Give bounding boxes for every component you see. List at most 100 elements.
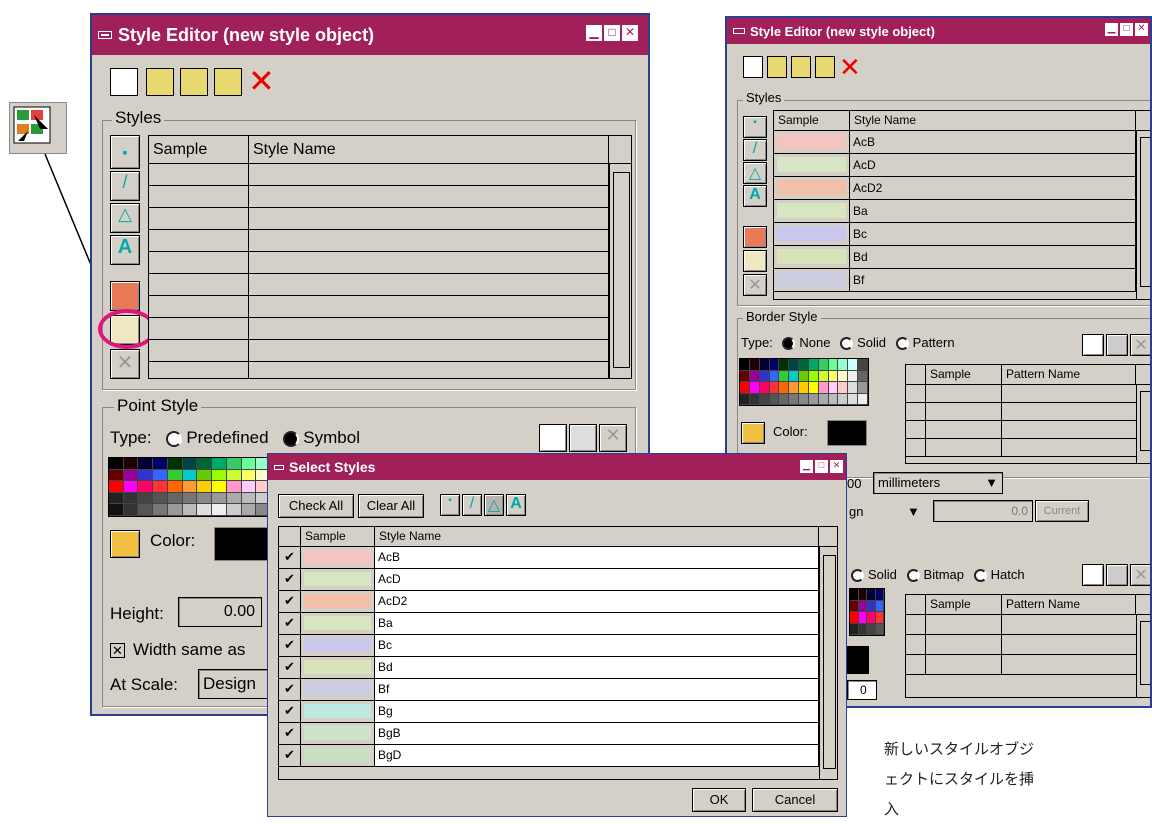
- radio-symbol[interactable]: [283, 430, 300, 447]
- checkmark-icon[interactable]: ✔: [279, 701, 301, 722]
- close-icon[interactable]: ✕: [830, 460, 843, 473]
- color-cell[interactable]: [109, 492, 124, 505]
- color-cell[interactable]: [850, 612, 859, 624]
- scale-input[interactable]: 0.0: [933, 500, 1033, 522]
- point-color-swatch[interactable]: [214, 527, 274, 561]
- delete-symbol-icon[interactable]: ✕: [599, 424, 627, 452]
- list-item[interactable]: ✔ AcD2: [279, 591, 837, 613]
- color-cell[interactable]: [212, 481, 227, 493]
- color-cell[interactable]: [241, 504, 257, 516]
- color-cell[interactable]: [182, 458, 198, 470]
- color-cell[interactable]: [167, 504, 183, 516]
- color-cell[interactable]: [740, 382, 750, 394]
- text-type-tab[interactable]: A: [743, 185, 767, 207]
- list-item[interactable]: ✔ AcD: [279, 569, 837, 591]
- color-cell[interactable]: [799, 359, 809, 371]
- color-cell[interactable]: [828, 359, 839, 371]
- save-as-icon[interactable]: [214, 68, 242, 96]
- list-item[interactable]: ✔ Bd: [279, 657, 837, 679]
- color-cell[interactable]: [850, 589, 859, 601]
- color-cell[interactable]: [212, 458, 227, 470]
- color-cell[interactable]: [749, 370, 760, 382]
- list-item[interactable]: ✔ AcB: [279, 547, 837, 569]
- radio-fill-bitmap[interactable]: [906, 569, 920, 583]
- scale-chevron-icon[interactable]: ▼: [907, 504, 920, 519]
- new-icon[interactable]: [743, 56, 763, 78]
- maximize-icon[interactable]: □: [1120, 23, 1133, 36]
- border-color-palette[interactable]: [739, 358, 869, 406]
- color-cell[interactable]: [167, 458, 183, 470]
- color-cell[interactable]: [123, 458, 139, 470]
- text-filter-tab[interactable]: A: [506, 494, 526, 516]
- color-cell[interactable]: [241, 469, 257, 482]
- color-cell[interactable]: [858, 393, 868, 405]
- color-cell[interactable]: [867, 612, 876, 624]
- color-cell[interactable]: [241, 492, 257, 505]
- dialog-scrollbar[interactable]: [819, 547, 837, 779]
- color-cell[interactable]: [759, 393, 770, 405]
- table-row[interactable]: Bc: [774, 223, 1150, 246]
- color-cell[interactable]: [799, 370, 809, 382]
- color-cell[interactable]: [226, 504, 242, 516]
- color-cell[interactable]: [789, 359, 800, 371]
- table-row[interactable]: [149, 274, 631, 296]
- list-item[interactable]: ✔ Bg: [279, 701, 837, 723]
- table-row[interactable]: AcB: [774, 131, 1150, 154]
- color-cell[interactable]: [197, 469, 213, 482]
- edit-symbol-icon[interactable]: [569, 424, 597, 452]
- width-same-checkbox[interactable]: ✕: [110, 643, 125, 659]
- checkmark-icon[interactable]: ✔: [279, 569, 301, 590]
- color-cell[interactable]: [818, 393, 829, 405]
- color-cell[interactable]: [848, 370, 859, 382]
- radio-none[interactable]: [782, 337, 796, 351]
- color-cell[interactable]: [138, 469, 154, 482]
- check-all-button[interactable]: Check All: [278, 494, 354, 518]
- color-cell[interactable]: [167, 492, 183, 505]
- right-styles-scrollbar[interactable]: [1136, 131, 1150, 299]
- open-icon[interactable]: [767, 56, 787, 78]
- color-cell[interactable]: [808, 359, 819, 371]
- color-cell[interactable]: [182, 481, 198, 493]
- table-row[interactable]: Bd: [774, 246, 1150, 269]
- color-cell[interactable]: [740, 359, 750, 371]
- color-cell[interactable]: [749, 393, 760, 405]
- table-row[interactable]: [149, 362, 631, 378]
- close-icon[interactable]: ✕: [1135, 23, 1148, 36]
- color-cell[interactable]: [197, 492, 213, 505]
- color-cell[interactable]: [749, 382, 760, 394]
- color-cell[interactable]: [109, 469, 124, 482]
- color-cell[interactable]: [153, 469, 168, 482]
- color-cell[interactable]: [838, 359, 849, 371]
- color-wheel-icon[interactable]: [110, 530, 140, 558]
- color-cell[interactable]: [779, 382, 790, 394]
- color-cell[interactable]: [167, 481, 183, 493]
- checkmark-icon[interactable]: ✔: [279, 723, 301, 744]
- color-cell[interactable]: [212, 492, 227, 505]
- color-cell[interactable]: [153, 481, 168, 493]
- color-cell[interactable]: [153, 458, 168, 470]
- color-cell[interactable]: [769, 370, 780, 382]
- color-cell[interactable]: [858, 370, 868, 382]
- edit-style-icon[interactable]: [743, 226, 767, 248]
- color-cell[interactable]: [749, 359, 760, 371]
- ok-button[interactable]: OK: [692, 788, 746, 812]
- color-cell[interactable]: [789, 382, 800, 394]
- table-row[interactable]: Ba: [774, 200, 1150, 223]
- color-cell[interactable]: [858, 382, 868, 394]
- color-cell[interactable]: [828, 382, 839, 394]
- units-select[interactable]: millimeters ▼: [873, 472, 1003, 494]
- open-icon[interactable]: [146, 68, 174, 96]
- color-cell[interactable]: [779, 393, 790, 405]
- color-cell[interactable]: [850, 600, 859, 612]
- delete-fill-icon[interactable]: ✕: [1130, 564, 1150, 586]
- styles-scrollbar[interactable]: [609, 164, 631, 378]
- color-cell[interactable]: [109, 481, 124, 493]
- color-cell[interactable]: [818, 359, 829, 371]
- color-cell[interactable]: [799, 382, 809, 394]
- color-cell[interactable]: [808, 382, 819, 394]
- delete-pattern-icon[interactable]: ✕: [1130, 334, 1150, 356]
- color-cell[interactable]: [123, 492, 139, 505]
- maximize-icon[interactable]: □: [815, 460, 828, 473]
- point-type-tab[interactable]: ▪: [110, 135, 140, 169]
- checkmark-icon[interactable]: ✔: [279, 679, 301, 700]
